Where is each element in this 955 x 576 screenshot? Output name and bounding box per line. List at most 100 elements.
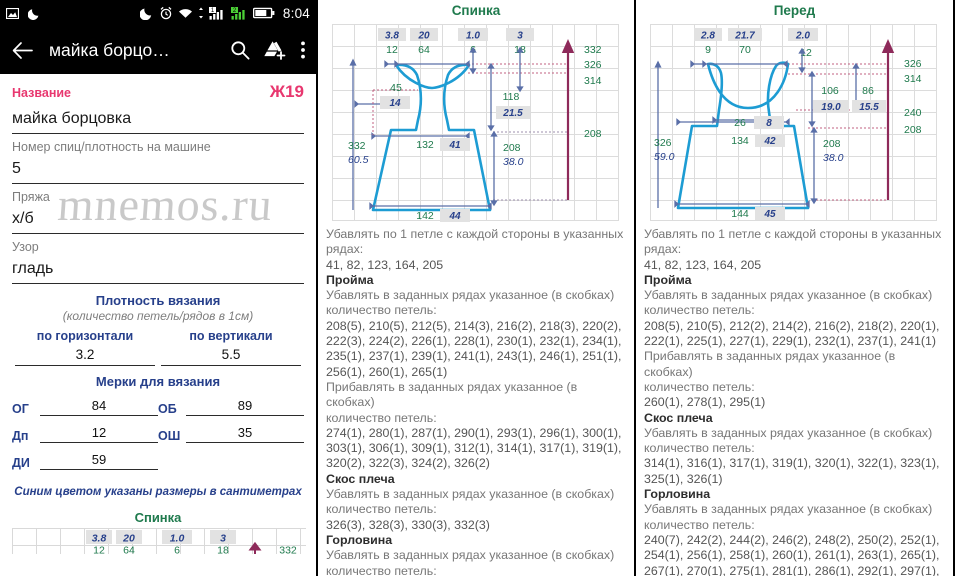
instr-line: 240(7), 242(2), 244(2), 246(2), 248(2), …	[644, 532, 940, 547]
svg-text:26: 26	[734, 117, 746, 129]
status-bar: 1 2 8:04	[0, 0, 316, 26]
instr-line: 235(1), 237(1), 239(1), 241(1), 243(1), …	[326, 349, 622, 364]
pattern-field[interactable]: гладь	[12, 254, 304, 284]
svg-text:3: 3	[220, 533, 226, 545]
moon-icon	[28, 7, 41, 20]
data-transfer-icon	[198, 7, 204, 19]
status-bar-left-icons	[6, 7, 41, 20]
svg-text:9: 9	[705, 44, 711, 56]
alarm-icon	[159, 6, 173, 20]
svg-text:106: 106	[821, 85, 839, 97]
instr-line: Убавлять в заданных рядах указанное (в с…	[326, 487, 615, 502]
instr-heading: Пройма	[326, 272, 374, 287]
svg-text:134: 134	[731, 135, 749, 147]
measure-key-dp: Дп	[12, 429, 29, 443]
svg-text:15.5: 15.5	[859, 102, 879, 113]
instr-line: рядах:	[644, 242, 682, 257]
svg-text:118: 118	[503, 91, 520, 103]
svg-text:314: 314	[584, 75, 602, 87]
instr-line: 41, 82, 123, 164, 205	[326, 257, 444, 272]
measure-value-og[interactable]: 84	[40, 398, 158, 416]
measure-value-ob[interactable]: 89	[186, 398, 304, 416]
instr-heading: Скос плеча	[326, 471, 395, 486]
needle-label: Номер спиц/плотность на машине	[12, 140, 211, 154]
yarn-field[interactable]: х/б	[12, 204, 304, 234]
svg-text:44: 44	[448, 211, 461, 222]
back-diagram-title: Спинка	[318, 0, 634, 20]
svg-text:60.5: 60.5	[348, 154, 369, 166]
instr-heading: Скос плеча	[644, 410, 713, 425]
name-field[interactable]: майка борцовка	[12, 104, 304, 134]
drive-add-icon[interactable]	[264, 40, 286, 60]
svg-text:8: 8	[766, 118, 772, 129]
svg-text:21.5: 21.5	[502, 108, 523, 119]
instr-line: 41, 82, 123, 164, 205	[644, 257, 762, 272]
measurement-row: Дп 12 ОШ 35	[12, 416, 304, 443]
pattern-label: Узор	[12, 240, 39, 254]
svg-text:332: 332	[279, 545, 297, 555]
back-piece-panel: Спинка 3.8 20 1.0 3 12 64 332 326 314 20…	[318, 0, 636, 576]
measure-key-ob: ОБ	[158, 402, 177, 416]
svg-text:20: 20	[417, 31, 430, 42]
mini-diagram-strip: 3.8 20 1.0 3 12 64 6 18 332	[12, 528, 306, 557]
instr-line: количество петель:	[326, 502, 437, 517]
measurement-row: ДИ 59	[12, 443, 304, 470]
signal-sim1-icon: 1	[208, 6, 226, 20]
density-value-horizontal[interactable]: 3.2	[15, 347, 155, 366]
measure-value-dp[interactable]: 12	[40, 425, 158, 443]
instr-line: 303(1), 306(1), 309(1), 312(1), 314(1), …	[326, 441, 622, 456]
svg-text:3.8: 3.8	[385, 31, 399, 42]
instr-heading: Пройма	[644, 272, 692, 287]
page-title: майка борцо…	[49, 39, 170, 60]
svg-text:3.8: 3.8	[92, 533, 107, 545]
instr-line: количество петель:	[326, 563, 437, 576]
instr-line: Убавлять в заданных рядах указанное (в с…	[644, 425, 933, 440]
yarn-label: Пряжа	[12, 190, 50, 204]
app-bar: майка борцо…	[0, 26, 316, 74]
instr-line: Прибавлять в заданных рядах указанное (в…	[326, 379, 578, 410]
needle-field[interactable]: 5	[12, 154, 304, 184]
svg-text:326: 326	[654, 137, 672, 149]
svg-text:64: 64	[123, 545, 135, 555]
instr-line: количество петель:	[644, 441, 755, 456]
instr-heading: Горловина	[644, 487, 711, 502]
svg-text:14: 14	[389, 98, 401, 109]
svg-text:6: 6	[174, 545, 180, 555]
moon-icon	[139, 6, 154, 20]
svg-text:2.0: 2.0	[795, 31, 810, 42]
name-row: Название Ж19	[12, 74, 304, 104]
pattern-form: Название Ж19 майка борцовка Номер спиц/п…	[0, 74, 316, 576]
svg-text:86: 86	[862, 85, 874, 97]
app-screenshot: 1 2 8:04 майка борцо… Название Ж19 майка…	[0, 0, 955, 576]
battery-icon	[252, 7, 275, 19]
svg-text:142: 142	[416, 210, 434, 222]
density-subtitle: (количество петель/рядов в 1см)	[62, 309, 254, 323]
instr-line: 208(5), 210(5), 212(2), 214(2), 216(2), …	[644, 318, 940, 333]
signal-sim2-icon: 2	[230, 6, 248, 20]
instr-line: 222(1), 225(1), 227(1), 229(1), 232(1), …	[644, 334, 937, 349]
instr-line: 274(1), 280(1), 287(1), 290(1), 293(1), …	[326, 425, 622, 440]
density-values: 3.2 5.5	[12, 343, 304, 366]
measure-key-di: ДИ	[12, 456, 30, 470]
svg-text:208: 208	[823, 138, 841, 150]
instr-line: Убавлять в заданных рядах указанное (в с…	[644, 288, 933, 303]
measure-value-osh[interactable]: 35	[186, 425, 304, 443]
blue-note: Синим цветом указаны размеры в сантиметр…	[14, 486, 302, 498]
svg-text:41: 41	[448, 140, 461, 151]
more-vert-icon[interactable]	[300, 40, 306, 60]
wifi-icon	[178, 7, 193, 19]
svg-text:208: 208	[584, 128, 602, 140]
instr-line: 325(1), 326(1)	[644, 471, 723, 486]
name-label: Название	[12, 86, 72, 100]
instr-line: количество петель:	[644, 517, 755, 532]
density-value-vertical[interactable]: 5.5	[161, 347, 301, 366]
back-arrow-icon[interactable]	[12, 41, 33, 60]
pattern-code: Ж19	[269, 82, 304, 101]
svg-text:45: 45	[390, 82, 402, 94]
svg-text:326: 326	[584, 59, 602, 71]
svg-text:21.7: 21.7	[734, 31, 755, 42]
measure-value-di[interactable]: 59	[40, 452, 158, 470]
search-icon[interactable]	[230, 40, 250, 60]
measurement-row: ОГ 84 ОБ 89	[12, 389, 304, 416]
svg-text:38.0: 38.0	[823, 152, 844, 164]
